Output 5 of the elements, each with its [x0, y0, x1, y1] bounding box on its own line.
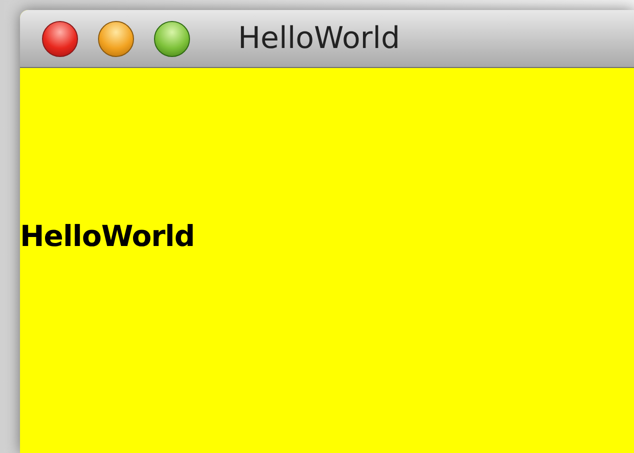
close-button[interactable]: [42, 20, 78, 56]
label: HelloWorld: [20, 218, 195, 255]
minimize-button[interactable]: [98, 20, 134, 56]
zoom-button[interactable]: [154, 20, 190, 56]
window-title: HelloWorld: [238, 20, 400, 58]
